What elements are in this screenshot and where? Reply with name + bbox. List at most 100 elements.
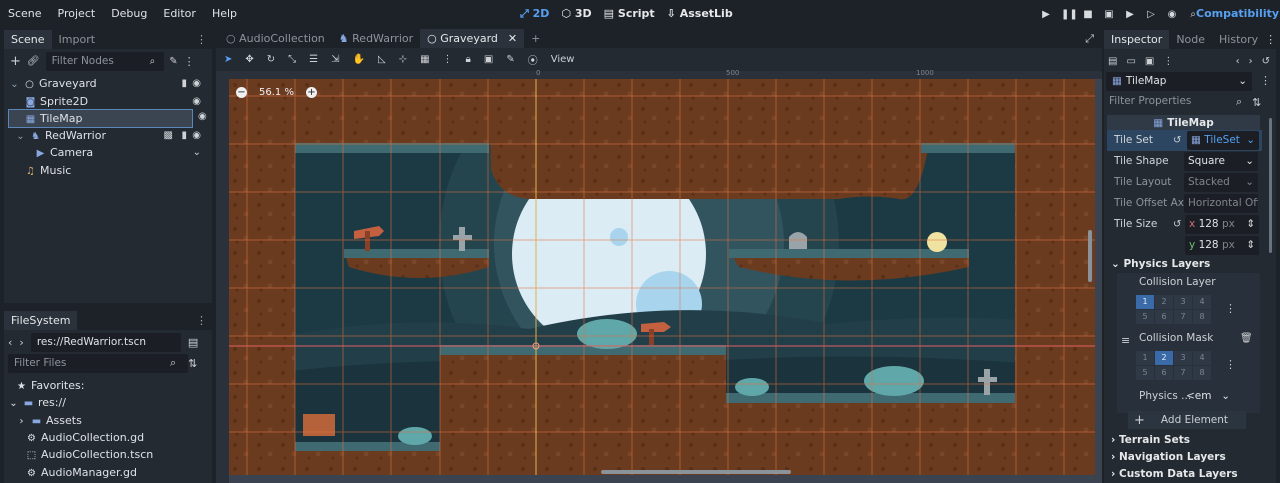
close-icon[interactable]: ✕ [508, 32, 517, 45]
mask-bit[interactable]: 1 [1136, 351, 1154, 365]
save-icon[interactable]: ▣ [1145, 56, 1154, 67]
visibility-eye-icon[interactable]: ◉ [192, 127, 201, 144]
list-select-icon[interactable]: ☰ [309, 54, 318, 65]
mask-bit[interactable]: 3 [1174, 351, 1192, 365]
distraction-free-icon[interactable]: ⤢ [1085, 32, 1094, 46]
drag-handle-icon[interactable]: ≡ [1121, 334, 1130, 347]
script-icon[interactable]: ▮ [181, 75, 187, 92]
mask-bit[interactable]: 5 [1136, 366, 1154, 380]
dock-menu-icon[interactable]: ⋮ [1265, 33, 1276, 46]
dock-menu-icon[interactable]: ⋮ [196, 33, 207, 46]
grid-snap-icon[interactable]: ▦ [420, 54, 429, 65]
snap-options-icon[interactable]: ⋮ [443, 54, 453, 65]
select-tool-icon[interactable]: ➤ [224, 54, 232, 65]
layer-bit[interactable]: 4 [1193, 295, 1211, 309]
favorites-item[interactable]: ★ Favorites: [16, 377, 84, 394]
path-input[interactable]: res://RedWarrior.tscn [30, 333, 181, 352]
tree-item-redwarrior[interactable]: ⌄ ♞ RedWarrior ▩ ▮ ◉ [9, 127, 209, 144]
tab-import[interactable]: Import [52, 30, 103, 49]
tile-shape-dropdown[interactable]: Square ⌄ [1184, 152, 1258, 171]
layer-bit[interactable]: 6 [1155, 310, 1173, 324]
fs-file[interactable]: ⚙ AudioCollection.gd [26, 429, 144, 446]
mask-bit[interactable]: 8 [1193, 366, 1211, 380]
renderer-selector[interactable]: Compatibility [1196, 0, 1279, 28]
tile-size-y-field[interactable]: y 128 px ⇕ [1185, 236, 1259, 255]
sort-icon[interactable]: ⇅ [188, 357, 197, 370]
mask-bit[interactable]: 6 [1155, 366, 1173, 380]
vertical-scrollbar[interactable] [1088, 230, 1092, 282]
move-tool-icon[interactable]: ✥ [245, 54, 253, 65]
tab-filesystem[interactable]: FileSystem [4, 311, 78, 330]
play-scene-icon[interactable]: ▶ [1124, 9, 1136, 20]
script-icon[interactable]: ▮ [181, 127, 187, 144]
fs-root-item[interactable]: ⌄ ▬ res:// [8, 394, 66, 411]
remote-debug-icon[interactable]: ▣ [1103, 9, 1115, 20]
layer-bit[interactable]: 5 [1136, 310, 1154, 324]
rotate-tool-icon[interactable]: ↻ [267, 54, 275, 65]
mask-bit[interactable]: 7 [1174, 366, 1192, 380]
group-icon[interactable]: ▣ [484, 54, 493, 65]
section-terrain-sets[interactable]: › Terrain Sets [1107, 432, 1262, 449]
menu-project[interactable]: Project [50, 0, 104, 28]
layer-bit[interactable]: 1 [1136, 295, 1154, 309]
section-physics-layers[interactable]: ⌄ Physics Layers [1107, 256, 1262, 273]
play-icon[interactable]: ▶ [1040, 9, 1052, 20]
mode-2d-button[interactable]: ⤢ 2D [520, 0, 549, 28]
extra-menu-icon[interactable]: ⋮ [1163, 56, 1173, 67]
menu-help[interactable]: Help [204, 0, 245, 28]
mode-3d-button[interactable]: ⬡ 3D [561, 0, 591, 28]
fs-file[interactable]: ⚙ AudioManager.gd [26, 464, 137, 481]
tile-layout-dropdown[interactable]: Stacked ⌄ [1184, 173, 1258, 192]
bone-icon[interactable]: ✎ [506, 54, 514, 65]
tab-scene[interactable]: Scene [4, 30, 52, 49]
tile-offset-dropdown[interactable]: Horizontal Offs [1184, 194, 1258, 213]
menu-scene[interactable]: Scene [0, 0, 50, 28]
forward-icon[interactable]: › [19, 336, 23, 349]
pan-tool-icon[interactable]: ✋ [353, 54, 365, 65]
mode-script-button[interactable]: ▤ Script [604, 0, 655, 28]
revert-icon[interactable]: ↺ [1173, 214, 1181, 235]
stop-icon[interactable]: ■ [1082, 9, 1094, 20]
mask-bit[interactable]: 4 [1193, 351, 1211, 365]
add-element-button[interactable]: + Add Element [1128, 411, 1246, 429]
mask-menu-icon[interactable]: ⋮ [1225, 358, 1236, 371]
tab-audiocollection[interactable]: ○ AudioCollection [216, 29, 332, 48]
link-icon[interactable]: 🔗︎ [27, 56, 40, 67]
tab-history[interactable]: History [1212, 30, 1265, 49]
physics-material-field[interactable]: <em ⌄ [1186, 388, 1234, 404]
zoom-reset-button[interactable]: 56.1 % [259, 87, 294, 98]
scale-tool-icon[interactable]: ⤡ [288, 54, 296, 65]
filter-nodes-input[interactable]: Filter Nodes [45, 52, 164, 71]
trash-icon[interactable]: 🗑︎ [1240, 333, 1253, 344]
tree-item-sprite2d[interactable]: ◙ Sprite2D ◉ [9, 93, 209, 110]
collision-mask-grid[interactable]: 1234 5678 [1136, 351, 1211, 380]
dock-menu-icon[interactable]: ⋮ [196, 314, 207, 327]
script-attach-icon[interactable]: ✎ [169, 56, 177, 67]
movie-icon[interactable]: ◉ [1166, 9, 1178, 20]
tab-redwarrior[interactable]: ♞ RedWarrior [332, 29, 420, 48]
tile-set-resource[interactable]: ▦ TileSet ⌄ [1187, 131, 1259, 150]
filter-options-icon[interactable]: ⇅ [1252, 96, 1261, 109]
object-menu-icon[interactable]: ⋮ [1260, 74, 1271, 87]
add-node-icon[interactable]: + [10, 54, 21, 69]
inspector-scrollbar[interactable] [1269, 118, 1272, 253]
layer-bit[interactable]: 8 [1193, 310, 1211, 324]
menu-debug[interactable]: Debug [103, 0, 155, 28]
visibility-eye-icon[interactable]: ◉ [192, 75, 201, 92]
menu-editor[interactable]: Editor [155, 0, 204, 28]
filter-files-input[interactable]: Filter Files [8, 353, 188, 373]
filter-properties-input[interactable]: Filter Properties [1104, 93, 1250, 112]
chevron-down-icon[interactable]: ⌄ [193, 144, 201, 161]
back-icon[interactable]: ‹ [1236, 56, 1240, 67]
visibility-eye-icon[interactable]: ◉ [192, 93, 201, 110]
play-custom-icon[interactable]: ▷ [1145, 9, 1157, 20]
layer-bit[interactable]: 3 [1174, 295, 1192, 309]
layer-bit[interactable]: 7 [1174, 310, 1192, 324]
film-icon[interactable]: ▩ [164, 127, 173, 144]
scene-menu-icon[interactable]: ⋮ [184, 55, 195, 68]
back-icon[interactable]: ‹ [8, 336, 12, 349]
tree-item-graveyard[interactable]: ⌄ ○ Graveyard ▮ ◉ [9, 75, 209, 92]
ruler-tool-icon[interactable]: ◺ [378, 54, 386, 65]
layer-menu-icon[interactable]: ⋮ [1225, 302, 1236, 315]
lock-icon[interactable]: 🔒︎ [466, 54, 471, 65]
